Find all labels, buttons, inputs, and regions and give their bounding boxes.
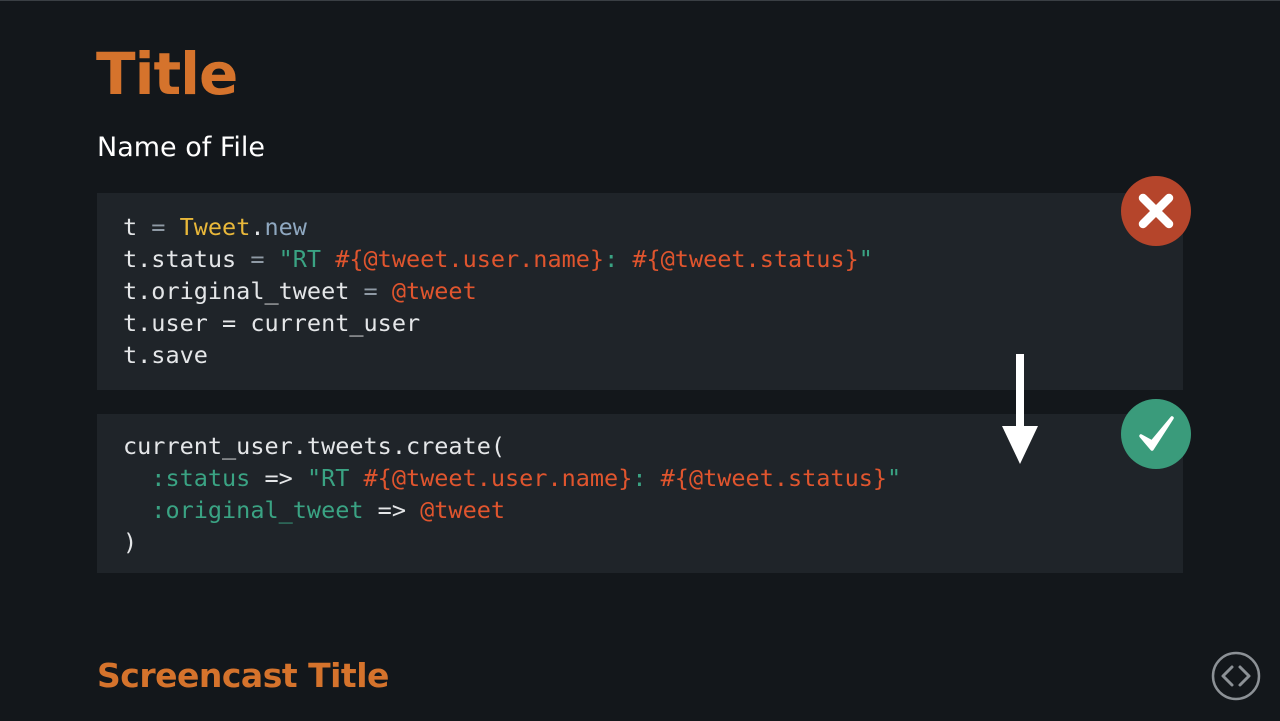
code-token: t.status (123, 245, 237, 273)
code-token: : (632, 464, 661, 492)
check-icon (1121, 399, 1191, 469)
arrow-down-icon (1000, 354, 1040, 470)
code-token: "RT (278, 245, 336, 273)
code-token: } (589, 245, 605, 273)
code-token: => (363, 496, 421, 524)
code-token: @tweet (688, 464, 774, 492)
code-token: } (618, 464, 633, 492)
code-token: " (858, 245, 873, 273)
code-token: :status (151, 464, 251, 492)
code-token: t.original_tweet (123, 277, 350, 305)
code-token: = (349, 277, 392, 305)
code-token: .status (745, 245, 845, 273)
code-line: t.status = "RT #{@tweet.user.name}: #{@t… (123, 243, 1183, 275)
code-line: t.user = current_user (123, 309, 421, 337)
code-token: "RT (306, 464, 364, 492)
code-token: .status (773, 464, 873, 492)
code-token: : (604, 245, 633, 273)
code-line: :original_tweet => @tweet (123, 494, 1183, 526)
code-token: @tweet (391, 464, 477, 492)
code-line: t = Tweet.new (123, 211, 1183, 243)
code-token: #{ (335, 245, 364, 273)
code-token: " (887, 464, 902, 492)
code-line: t.original_tweet = @tweet (123, 275, 1183, 307)
code-token: #{ (632, 245, 661, 273)
file-name: Name of File (97, 132, 266, 163)
code-token: @tweet (420, 496, 506, 524)
top-divider (0, 0, 1280, 1)
code-token: = (137, 213, 180, 241)
code-token: Tweet (179, 213, 251, 241)
slide-title: Title (96, 40, 238, 108)
code-token: => (250, 464, 307, 492)
code-brackets-logo-icon (1211, 651, 1261, 701)
code-token: @tweet (391, 277, 477, 305)
code-token: } (844, 245, 859, 273)
code-token: .user.name (448, 245, 590, 273)
code-token: . (250, 213, 265, 241)
code-token: } (872, 464, 888, 492)
code-token: t (123, 213, 138, 241)
code-token: @tweet (363, 245, 449, 273)
code-line: ) (123, 528, 138, 556)
code-token: .user.name (476, 464, 619, 492)
x-icon (1121, 176, 1191, 246)
code-token: #{ (363, 464, 392, 492)
code-token: @tweet (660, 245, 746, 273)
code-token: :original_tweet (151, 496, 364, 524)
code-token: = (236, 245, 279, 273)
screencast-title: Screencast Title (97, 656, 389, 695)
code-token: #{ (660, 464, 689, 492)
code-token: new (264, 213, 307, 241)
